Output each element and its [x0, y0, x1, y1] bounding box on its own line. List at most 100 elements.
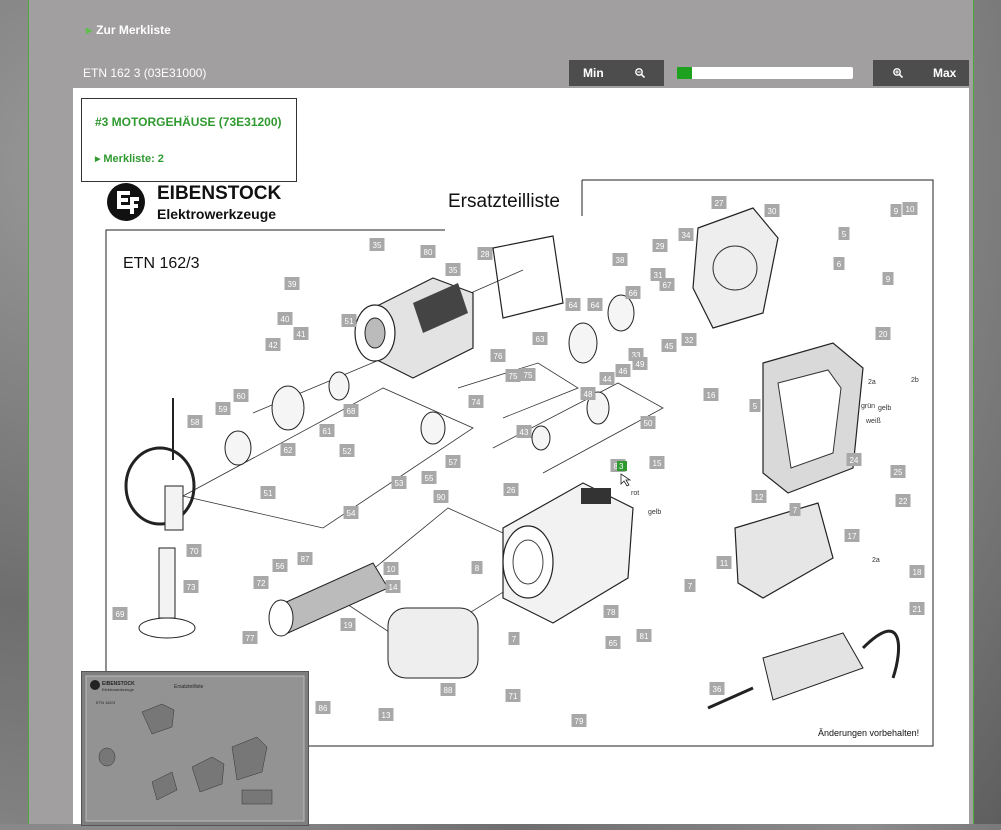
part-callout-69[interactable]: 69 [112, 607, 128, 620]
part-callout-61[interactable]: 61 [319, 424, 335, 437]
part-callout-57[interactable]: 57 [445, 455, 461, 468]
part-callout-49[interactable]: 49 [632, 357, 648, 370]
part-callout-52[interactable]: 52 [339, 444, 355, 457]
minimap-viewport[interactable] [85, 675, 305, 822]
part-callout-64[interactable]: 64 [587, 298, 603, 311]
part-callout-59[interactable]: 59 [215, 402, 231, 415]
zoom-min-button[interactable]: Min [569, 60, 664, 86]
part-callout-20[interactable]: 20 [875, 327, 891, 340]
part-callout-21[interactable]: 21 [909, 602, 925, 615]
part-callout-65[interactable]: 65 [605, 636, 621, 649]
part-callout-51[interactable]: 51 [260, 486, 276, 499]
merkliste-link[interactable]: ▶ Merkliste: 2 [95, 153, 164, 165]
part-callout-10[interactable]: 10 [902, 202, 918, 215]
zoom-max-button[interactable]: Max [873, 60, 969, 86]
part-callout-10[interactable]: 10 [383, 562, 399, 575]
part-callout-68[interactable]: 68 [343, 404, 359, 417]
part-callout-6[interactable]: 6 [833, 257, 845, 270]
part-callout-32[interactable]: 32 [681, 333, 697, 346]
part-callout-8[interactable]: 8 [471, 561, 483, 574]
part-callout-71[interactable]: 71 [505, 689, 521, 702]
part-callout-45[interactable]: 45 [661, 339, 677, 352]
part-callout-5[interactable]: 5 [838, 227, 850, 240]
part-callout-56[interactable]: 56 [272, 559, 288, 572]
part-callout-number: 13 [382, 711, 391, 720]
part-callout-72[interactable]: 72 [253, 576, 269, 589]
part-callout-39[interactable]: 39 [284, 277, 300, 290]
part-callout-41[interactable]: 41 [293, 327, 309, 340]
part-callout-14[interactable]: 14 [385, 580, 401, 593]
part-callout-38[interactable]: 38 [612, 253, 628, 266]
zoom-slider[interactable] [677, 67, 853, 79]
back-to-merkliste-link[interactable]: ▶ Zur Merkliste [86, 23, 171, 37]
part-callout-87[interactable]: 87 [297, 552, 313, 565]
part-callout-number: 15 [653, 459, 662, 468]
part-callout-80[interactable]: 80 [420, 245, 436, 258]
wire-label: 2a [868, 379, 876, 386]
part-callout-7[interactable]: 7 [508, 632, 520, 645]
part-callout-15[interactable]: 15 [649, 456, 665, 469]
part-callout-27[interactable]: 27 [711, 196, 727, 209]
part-callout-30[interactable]: 30 [764, 204, 780, 217]
part-callout-78[interactable]: 78 [603, 605, 619, 618]
part-callout-9[interactable]: 9 [890, 204, 902, 217]
part-callout-34[interactable]: 34 [678, 228, 694, 241]
part-callout-17[interactable]: 17 [844, 529, 860, 542]
part-callout-36[interactable]: 36 [709, 682, 725, 695]
highlighted-part-marker[interactable]: 3 [617, 461, 632, 487]
part-callout-16[interactable]: 16 [703, 388, 719, 401]
part-callout-55[interactable]: 55 [421, 471, 437, 484]
part-callout-90[interactable]: 90 [433, 490, 449, 503]
part-callout-73[interactable]: 73 [183, 580, 199, 593]
part-callout-number: 36 [713, 685, 722, 694]
part-callout-26[interactable]: 26 [503, 483, 519, 496]
part-callout-35[interactable]: 35 [369, 238, 385, 251]
part-callout-66[interactable]: 66 [625, 286, 641, 299]
part-callout-46[interactable]: 46 [615, 364, 631, 377]
part-callout-54[interactable]: 54 [343, 506, 359, 519]
drawing-minimap[interactable]: EIBENSTOCK Elektrowerkzeuge Ersatzteilli… [81, 671, 309, 826]
part-callout-43[interactable]: 43 [516, 425, 532, 438]
part-callout-48[interactable]: 48 [580, 387, 596, 400]
part-callout-74[interactable]: 74 [468, 395, 484, 408]
part-callout-35[interactable]: 35 [445, 263, 461, 276]
part-callout-19[interactable]: 19 [340, 618, 356, 631]
part-callout-79[interactable]: 79 [571, 714, 587, 727]
part-callout-40[interactable]: 40 [277, 312, 293, 325]
part-callout-42[interactable]: 42 [265, 338, 281, 351]
part-callout-60[interactable]: 60 [233, 389, 249, 402]
part-callout-53[interactable]: 53 [391, 476, 407, 489]
part-callout-81[interactable]: 81 [636, 629, 652, 642]
part-callout-number: 18 [913, 568, 922, 577]
part-callout-9[interactable]: 9 [882, 272, 894, 285]
part-callout-70[interactable]: 70 [186, 544, 202, 557]
part-callout-12[interactable]: 12 [751, 490, 767, 503]
part-callout-13[interactable]: 13 [378, 708, 394, 721]
part-callout-58[interactable]: 58 [187, 415, 203, 428]
part-callout-77[interactable]: 77 [242, 631, 258, 644]
part-callout-75[interactable]: 75 [505, 369, 521, 382]
zoom-slider-handle[interactable] [677, 67, 692, 79]
part-callout-50[interactable]: 50 [640, 416, 656, 429]
part-callout-28[interactable]: 28 [477, 247, 493, 260]
part-callout-76[interactable]: 76 [490, 349, 506, 362]
part-callout-67[interactable]: 67 [659, 278, 675, 291]
part-callout-29[interactable]: 29 [652, 239, 668, 252]
part-callout-62[interactable]: 62 [280, 443, 296, 456]
part-callout-11[interactable]: 11 [716, 556, 732, 569]
part-callout-86[interactable]: 86 [315, 701, 331, 714]
part-callout-63[interactable]: 63 [532, 332, 548, 345]
part-callout-7[interactable]: 7 [789, 503, 801, 516]
part-callout-7[interactable]: 7 [684, 579, 696, 592]
part-callout-51[interactable]: 51 [341, 314, 357, 327]
part-callout-88[interactable]: 88 [440, 683, 456, 696]
part-callout-44[interactable]: 44 [599, 372, 615, 385]
part-callout-22[interactable]: 22 [895, 494, 911, 507]
part-callout-75[interactable]: 75 [520, 368, 536, 381]
part-callout-64[interactable]: 64 [565, 298, 581, 311]
part-callout-number: 90 [437, 493, 446, 502]
part-callout-24[interactable]: 24 [846, 453, 862, 466]
part-callout-5[interactable]: 5 [749, 399, 761, 412]
part-callout-25[interactable]: 25 [890, 465, 906, 478]
part-callout-18[interactable]: 18 [909, 565, 925, 578]
